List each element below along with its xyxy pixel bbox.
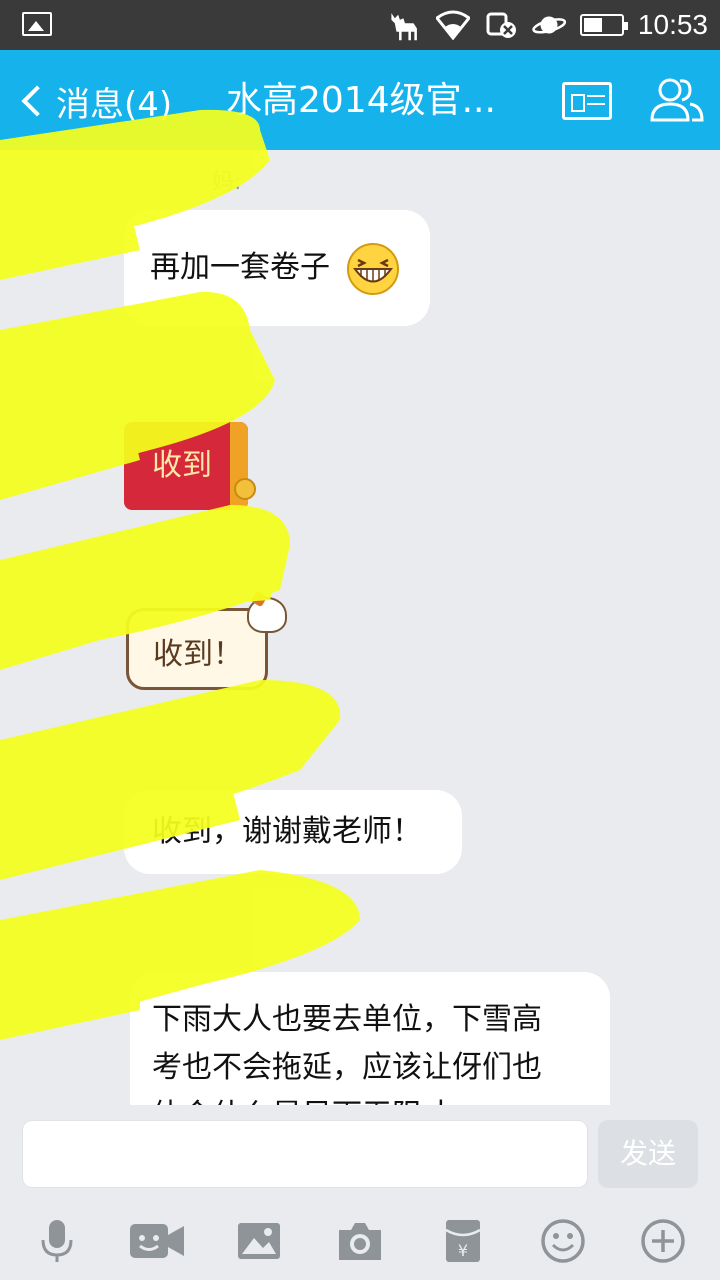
lucky-cat-icon	[247, 597, 287, 633]
input-toolbar: ¥	[0, 1200, 720, 1280]
plus-icon[interactable]	[640, 1218, 686, 1264]
back-label: 消息(4)	[56, 84, 173, 125]
message-bubble[interactable]: 收到，谢谢戴老师！	[124, 790, 462, 874]
emoji-icon[interactable]	[540, 1218, 586, 1264]
coin-icon	[234, 478, 256, 500]
message-text: 再加一套卷子	[150, 250, 330, 285]
message-list[interactable]: 妈: 再加一套卷子 收到 收到！ 收到，谢谢戴老师！ 下雨大人也要去单位，下雪高…	[0, 150, 720, 1105]
status-time: 10:53	[637, 9, 708, 40]
grin-emoji	[347, 243, 399, 295]
data-icon	[484, 8, 518, 42]
message-input[interactable]	[22, 1120, 588, 1188]
svg-text:¥: ¥	[458, 1241, 468, 1260]
red-packet-label: 收到	[152, 448, 212, 483]
message-bubble[interactable]: 下雨大人也要去单位，下雪高 考也不会拖延，应该让伢们也 体会什么是风雨无阻才	[130, 972, 610, 1105]
message-line: 体会什么是风雨无阻才	[152, 1092, 610, 1105]
message-line: 考也不会拖延，应该让伢们也	[152, 1050, 542, 1085]
input-bar: 发送	[0, 1105, 720, 1200]
planet-icon	[532, 8, 566, 42]
group-members-icon[interactable]	[648, 72, 704, 128]
sender-name: 妈:	[212, 170, 242, 195]
message-line: 下雨大人也要去单位，下雪高	[152, 1002, 542, 1037]
microphone-icon[interactable]	[34, 1218, 80, 1264]
sticker-text: 收到！	[153, 637, 243, 672]
wifi-icon	[435, 8, 470, 42]
chat-header: 消息(4) 水高2014级官...	[0, 50, 720, 150]
profile-card-icon[interactable]	[562, 82, 612, 120]
battery-icon	[579, 14, 628, 36]
back-button[interactable]: 消息(4)	[18, 76, 172, 126]
moose-icon	[388, 8, 422, 42]
send-button[interactable]: 发送	[598, 1120, 698, 1188]
red-packet-message[interactable]: 收到	[124, 422, 256, 510]
image-icon[interactable]	[236, 1218, 282, 1264]
chevron-left-icon	[21, 85, 53, 117]
red-packet-icon[interactable]: ¥	[440, 1218, 486, 1264]
camera-icon[interactable]	[337, 1218, 383, 1264]
message-text: 收到，谢谢戴老师！	[152, 814, 422, 849]
status-bar: 10:53	[0, 0, 720, 50]
cat-sticker-message[interactable]: 收到！	[126, 597, 287, 690]
message-bubble[interactable]: 再加一套卷子	[124, 210, 430, 326]
chat-title[interactable]: 水高2014级官...	[226, 76, 496, 126]
gallery-icon	[22, 12, 52, 36]
video-call-icon[interactable]	[128, 1218, 186, 1264]
